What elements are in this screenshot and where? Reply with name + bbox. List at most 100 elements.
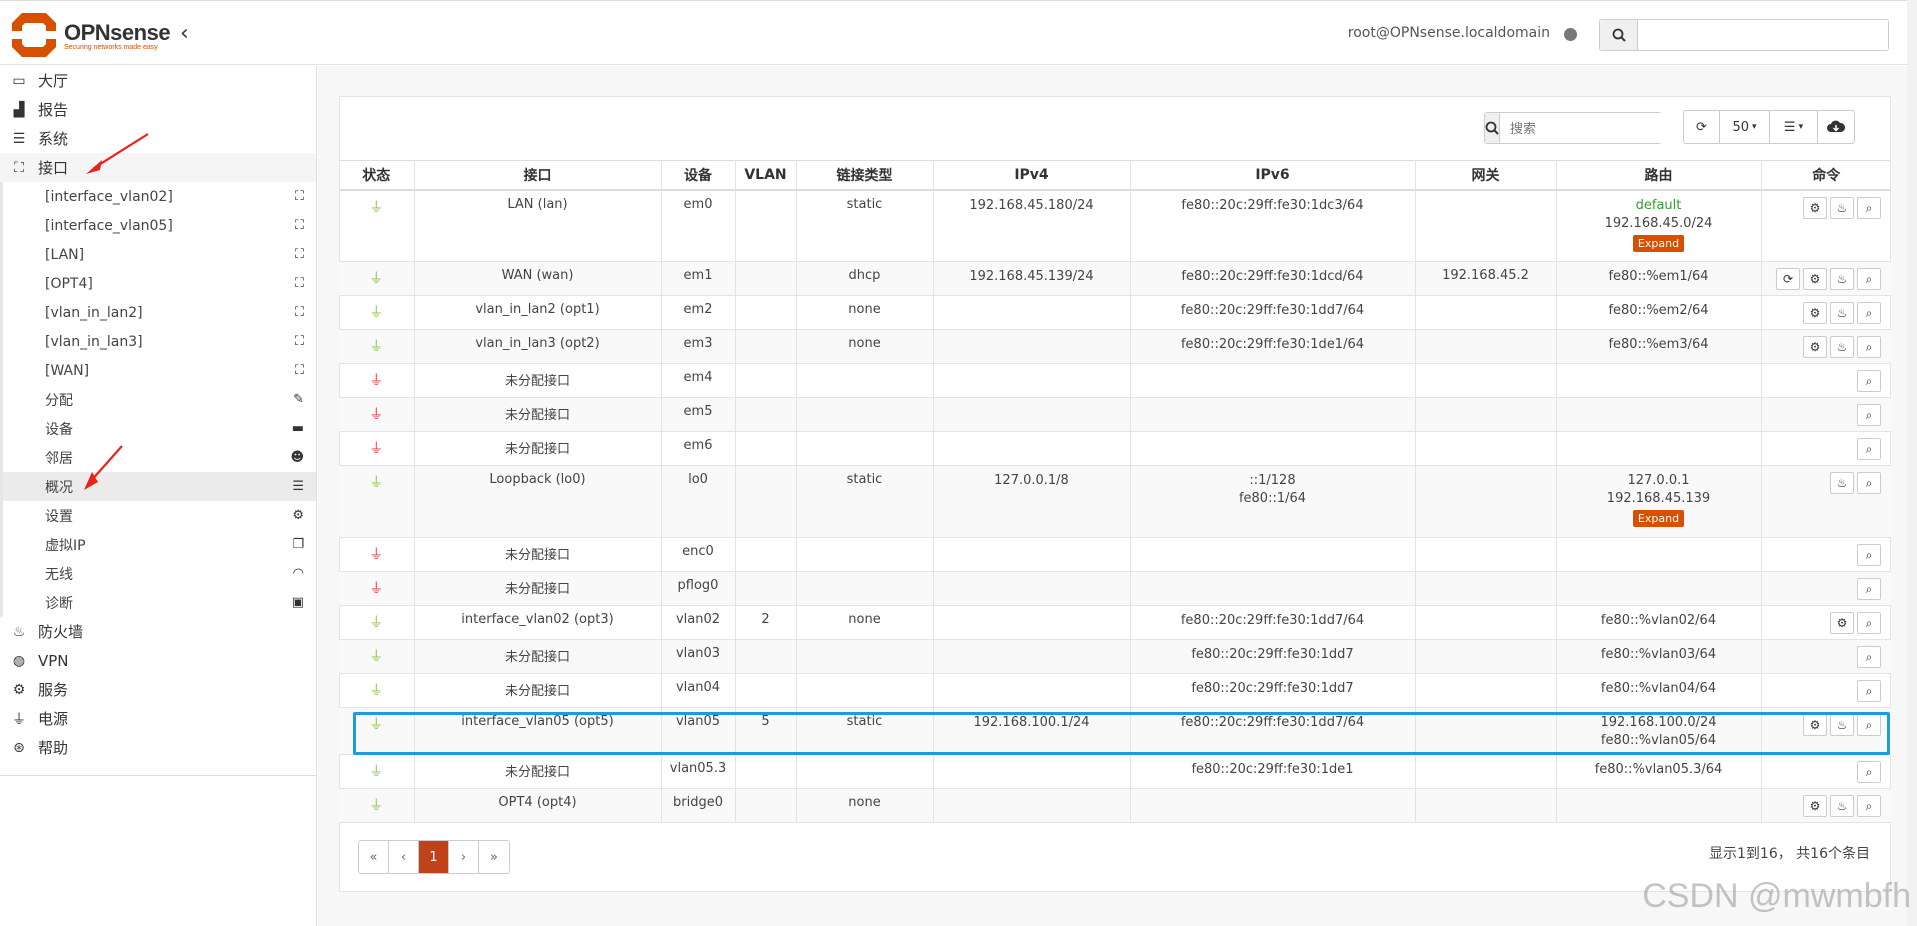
sidebar-item-label: 大厅 <box>38 72 69 90</box>
sidebar-item-chart[interactable]: ▟ 报告 <box>0 95 316 124</box>
column-header[interactable]: 链接类型 <box>796 160 934 191</box>
page-next-button[interactable]: › <box>449 841 479 873</box>
page-prev-button[interactable]: ‹ <box>389 841 419 873</box>
sidebar: ▭ 大厅 ▟ 报告 ☰ 系统 ⛶ 接口 [interface_vlan02] ⛶ [interfac… <box>0 66 317 926</box>
sidebar-item-laptop[interactable]: ▭ 大厅 <box>0 66 316 95</box>
column-header[interactable]: 接口 <box>414 160 662 191</box>
sidebar-subitem[interactable]: 概况 ☰ <box>3 472 316 501</box>
interface-cell-text: 未分配接口 <box>504 374 570 389</box>
logo[interactable]: OPNsense Securing networks made easy <box>10 11 171 59</box>
details-button[interactable]: ⌕ <box>1857 578 1881 600</box>
column-header[interactable]: IPv6 <box>1130 160 1416 191</box>
sidebar-subitem[interactable]: 邻居 ☻ <box>3 443 316 472</box>
firewall-button[interactable]: ♨ <box>1830 714 1854 736</box>
export-button[interactable] <box>1818 111 1854 143</box>
search-icon[interactable] <box>1485 113 1500 143</box>
page-last-button[interactable]: » <box>479 841 509 873</box>
table-search-input[interactable] <box>1500 113 1696 143</box>
column-header[interactable]: 状态 <box>339 160 415 191</box>
column-header[interactable]: 路由 <box>1556 160 1762 191</box>
fire-icon: ♨ <box>1836 200 1848 215</box>
collapse-sidebar-icon[interactable]: ‹ <box>180 21 189 46</box>
sidebar-subitem[interactable]: [LAN] ⛶ <box>3 240 316 269</box>
sidebar-subitem[interactable]: 设备 ▬ <box>3 414 316 443</box>
gear-icon: ⚙ <box>1809 799 1821 813</box>
details-button[interactable]: ⌕ <box>1857 680 1881 702</box>
global-search-input[interactable] <box>1638 20 1888 50</box>
ipv6-cell: fe80::20c:29ff:fe30:1dc3/64 <box>1130 189 1416 262</box>
details-button[interactable]: ⌕ <box>1857 302 1881 324</box>
sidebar-item-globe[interactable]: ◍ VPN <box>0 646 316 675</box>
details-button[interactable]: ⌕ <box>1857 612 1881 634</box>
expand-routes-button[interactable]: Expand <box>1632 510 1685 527</box>
device-cell-text: vlan02 <box>675 612 721 627</box>
column-header[interactable]: 网关 <box>1415 160 1557 191</box>
firewall-button[interactable]: ♨ <box>1830 196 1854 219</box>
firewall-button[interactable]: ♨ <box>1830 268 1854 290</box>
sidebar-item-sitemap[interactable]: ⛶ 接口 <box>0 153 316 182</box>
settings-button[interactable]: ⚙ <box>1830 612 1854 634</box>
details-button[interactable]: ⌕ <box>1857 370 1881 392</box>
details-button[interactable]: ⌕ <box>1857 196 1881 219</box>
sidebar-item-fire[interactable]: ♨ 防火墙 <box>0 617 316 646</box>
status-cell: ⏚ <box>339 754 415 789</box>
column-header[interactable]: IPv4 <box>933 160 1131 191</box>
sidebar-subitem[interactable]: [vlan_in_lan3] ⛶ <box>3 327 316 356</box>
sidebar-subitem[interactable]: [OPT4] ⛶ <box>3 269 316 298</box>
refresh-button[interactable]: ⟳ <box>1684 111 1720 143</box>
sidebar-subitem[interactable]: 设置 ⚙ <box>3 501 316 530</box>
status-cell: ⏚ <box>339 639 415 674</box>
sidebar-subitem[interactable]: [interface_vlan02] ⛶ <box>3 182 316 211</box>
sidebar-subitem[interactable]: 诊断 ▣ <box>3 588 316 617</box>
sidebar-item-lifebuoy[interactable]: ⊛ 帮助 <box>0 733 316 762</box>
details-button[interactable]: ⌕ <box>1857 646 1881 668</box>
settings-button[interactable]: ⚙ <box>1803 302 1827 324</box>
reload-button[interactable]: ⟳ <box>1776 268 1800 290</box>
details-button[interactable]: ⌕ <box>1857 438 1881 460</box>
ipv4-cell <box>933 363 1131 398</box>
user-name[interactable]: root@OPNsense.localdomain <box>1348 25 1550 41</box>
page-size-select[interactable]: 50 ▾ <box>1720 111 1770 143</box>
routes-cell: fe80::%em3/64 <box>1556 329 1762 364</box>
sidebar-item-plug[interactable]: ⏚ 电源 <box>0 704 316 733</box>
settings-button[interactable]: ⚙ <box>1803 336 1827 358</box>
interface-cell: 未分配接口 <box>414 673 662 708</box>
page-scrollbar[interactable] <box>1907 0 1917 926</box>
details-button[interactable]: ⌕ <box>1857 795 1881 817</box>
page-current-button[interactable]: 1 <box>419 841 449 873</box>
sidebar-subitem[interactable]: 分配 ✎ <box>3 385 316 414</box>
details-button[interactable]: ⌕ <box>1857 336 1881 358</box>
details-button[interactable]: ⌕ <box>1857 714 1881 736</box>
plug-up-icon: ⏚ <box>369 683 384 699</box>
sidebar-item-gear[interactable]: ⚙ 服务 <box>0 675 316 704</box>
column-header[interactable]: 设备 <box>661 160 736 191</box>
settings-button[interactable]: ⚙ <box>1803 795 1827 817</box>
details-button[interactable]: ⌕ <box>1857 404 1881 426</box>
firewall-button[interactable]: ♨ <box>1830 302 1854 324</box>
firewall-button[interactable]: ♨ <box>1830 795 1854 817</box>
details-button[interactable]: ⌕ <box>1857 472 1881 494</box>
link-type-cell <box>796 639 934 674</box>
column-header[interactable]: 命令 <box>1761 160 1891 191</box>
settings-button[interactable]: ⚙ <box>1803 196 1827 219</box>
settings-button[interactable]: ⚙ <box>1803 714 1827 736</box>
sidebar-subitem[interactable]: [WAN] ⛶ <box>3 356 316 385</box>
column-header[interactable]: VLAN <box>735 160 797 191</box>
firewall-button[interactable]: ♨ <box>1830 472 1854 494</box>
columns-button[interactable]: ☰ ▾ <box>1770 111 1818 143</box>
sidebar-item-server[interactable]: ☰ 系统 <box>0 124 316 153</box>
sidebar-subitem[interactable]: 虚拟IP ❐ <box>3 530 316 559</box>
search-icon[interactable] <box>1600 20 1638 50</box>
settings-button[interactable]: ⚙ <box>1803 268 1827 290</box>
details-button[interactable]: ⌕ <box>1857 268 1881 290</box>
status-indicator[interactable] <box>1564 28 1577 41</box>
sidebar-subitem[interactable]: [interface_vlan05] ⛶ <box>3 211 316 240</box>
table-row: ⏚ 未分配接口 pflog0 ⌕ <box>339 571 1891 606</box>
details-button[interactable]: ⌕ <box>1857 761 1881 783</box>
expand-routes-button[interactable]: Expand <box>1632 234 1685 252</box>
page-first-button[interactable]: « <box>359 841 389 873</box>
sidebar-subitem[interactable]: 无线 ◠ <box>3 559 316 588</box>
sidebar-subitem[interactable]: [vlan_in_lan2] ⛶ <box>3 298 316 327</box>
details-button[interactable]: ⌕ <box>1857 544 1881 566</box>
firewall-button[interactable]: ♨ <box>1830 336 1854 358</box>
